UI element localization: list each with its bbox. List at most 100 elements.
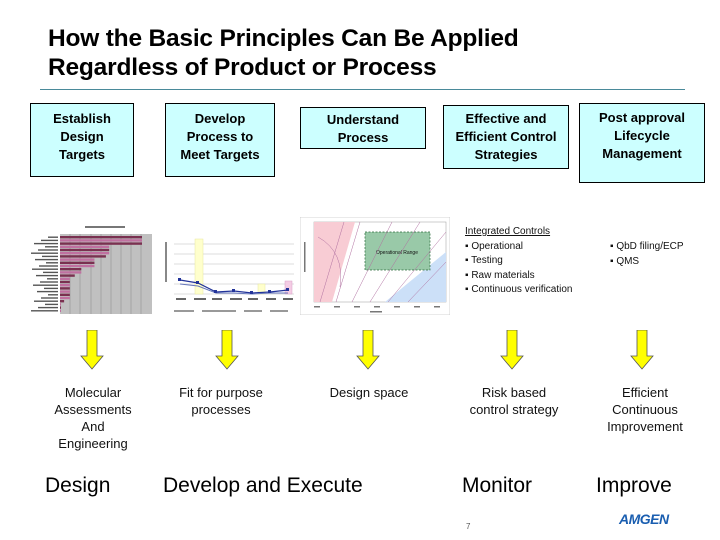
bar — [60, 287, 70, 290]
molecular-assessment-bar-chart-thumbnail — [31, 226, 152, 314]
operational-range-label: Operational Range — [376, 250, 418, 256]
spec-band — [284, 280, 293, 295]
bar-label — [33, 284, 58, 286]
bar-label — [45, 303, 58, 306]
outcome-risk-based-control: Risk based control strategy — [469, 385, 559, 417]
bar — [60, 268, 82, 271]
bar-label — [35, 258, 58, 261]
down-arrow-icon — [500, 330, 524, 370]
bar-label — [44, 287, 58, 290]
stage-line: Effective and — [465, 111, 547, 126]
stage-box-develop-process: Develop Process to Meet Targets — [165, 103, 275, 177]
bar-label — [38, 249, 58, 251]
bar-label — [41, 239, 58, 242]
bar-label — [40, 281, 58, 283]
bar — [60, 261, 95, 264]
stage-line: Process to — [186, 129, 254, 144]
bar — [60, 239, 142, 242]
bar — [60, 258, 95, 261]
bar — [60, 303, 61, 306]
bar-label — [48, 294, 58, 296]
phase-improve: Improve — [596, 474, 672, 497]
bar — [60, 248, 110, 252]
y-axis-label — [165, 242, 167, 282]
bar — [60, 284, 70, 287]
bar — [60, 242, 142, 245]
bar — [60, 236, 142, 239]
stage-line: Lifecycle — [614, 128, 670, 143]
bar — [60, 280, 70, 284]
bar-label — [43, 271, 58, 274]
stage-box-control-strategies: Effective and Efficient Control Strategi… — [443, 105, 569, 169]
stage-line: Management — [602, 146, 682, 161]
stage-line: Post approval — [599, 110, 685, 125]
bar-label — [38, 306, 58, 309]
bar — [60, 245, 110, 248]
bar — [60, 309, 61, 312]
bar-chart-labels — [31, 236, 58, 312]
bar-label — [48, 236, 58, 238]
title-line-1: How the Basic Principles Can Be Applied — [48, 25, 519, 52]
integrated-controls-list: Integrated Controls ▪ Operational ▪ Test… — [465, 225, 573, 298]
bar-label — [31, 310, 58, 312]
bar-label — [32, 268, 58, 270]
bar-label — [41, 297, 58, 299]
slide-title: How the Basic Principles Can Be Applied … — [48, 24, 688, 82]
stage-line: Meet Targets — [180, 147, 260, 162]
lifecycle-list: ▪ QbD filing/ECP ▪ QMS — [610, 240, 684, 269]
bar-label — [34, 300, 58, 302]
amgen-logo: AMGEN — [619, 511, 669, 527]
bar — [60, 274, 75, 277]
stage-box-establish-design-targets: Establish Design Targets — [30, 103, 134, 177]
bar — [60, 296, 70, 300]
down-arrow-icon — [356, 330, 380, 370]
bar — [60, 300, 65, 303]
list-item: ▪ QbD filing/ECP — [610, 241, 684, 252]
design-space-plot-thumbnail: Operational Range — [300, 217, 450, 315]
stage-box-post-approval-lifecycle: Post approval Lifecycle Management — [579, 103, 705, 183]
stage-box-understand-process: Understand Process — [300, 107, 426, 149]
bar-label — [31, 252, 58, 254]
down-arrow-icon — [630, 330, 654, 370]
bar-label — [45, 246, 58, 248]
down-arrow-icon — [80, 330, 104, 370]
bar — [60, 255, 106, 258]
bar-label — [47, 278, 58, 280]
page-number: 7 — [466, 522, 471, 531]
bar-label — [34, 242, 58, 245]
stage-line: Targets — [59, 147, 105, 162]
list-item: ▪ QMS — [610, 255, 640, 267]
bar-label — [46, 262, 58, 264]
bar-label — [42, 255, 58, 258]
bar — [60, 277, 70, 280]
bar — [60, 306, 61, 309]
list-item: ▪ Continuous verification — [465, 284, 573, 295]
stage-line: Efficient Control — [455, 129, 557, 144]
outcome-molecular-assessments: Molecular Assessments And Engineering — [54, 385, 132, 451]
list-item: ▪ Operational — [465, 240, 524, 252]
bar — [60, 252, 110, 255]
integrated-controls-header: Integrated Controls — [465, 226, 551, 237]
stage-line: Understand — [326, 112, 400, 127]
title-divider — [40, 89, 685, 90]
bar — [60, 271, 82, 274]
title-line-2: Regardless of Product or Process — [48, 54, 437, 81]
bar-chart-title-text — [85, 226, 125, 228]
line-chart-legend — [174, 310, 288, 312]
stage-line: Strategies — [474, 147, 538, 162]
bar-label — [39, 265, 58, 267]
bar — [60, 264, 95, 268]
phase-design: Design — [45, 474, 111, 497]
process-fit-line-chart-thumbnail — [162, 236, 297, 316]
bar-label — [37, 290, 58, 293]
down-arrow-icon — [215, 330, 239, 370]
stage-line: Design — [60, 129, 104, 144]
phase-monitor: Monitor — [462, 474, 533, 497]
list-item: ▪ Testing — [465, 255, 503, 266]
outcome-design-space: Design space — [329, 385, 409, 400]
stage-line: Establish — [53, 111, 111, 126]
outcome-fit-for-purpose: Fit for purpose processes — [179, 385, 263, 417]
outcome-continuous-improvement: Efficient Continuous Improvement — [607, 385, 683, 434]
bar — [60, 293, 70, 296]
bar-label — [36, 274, 58, 277]
